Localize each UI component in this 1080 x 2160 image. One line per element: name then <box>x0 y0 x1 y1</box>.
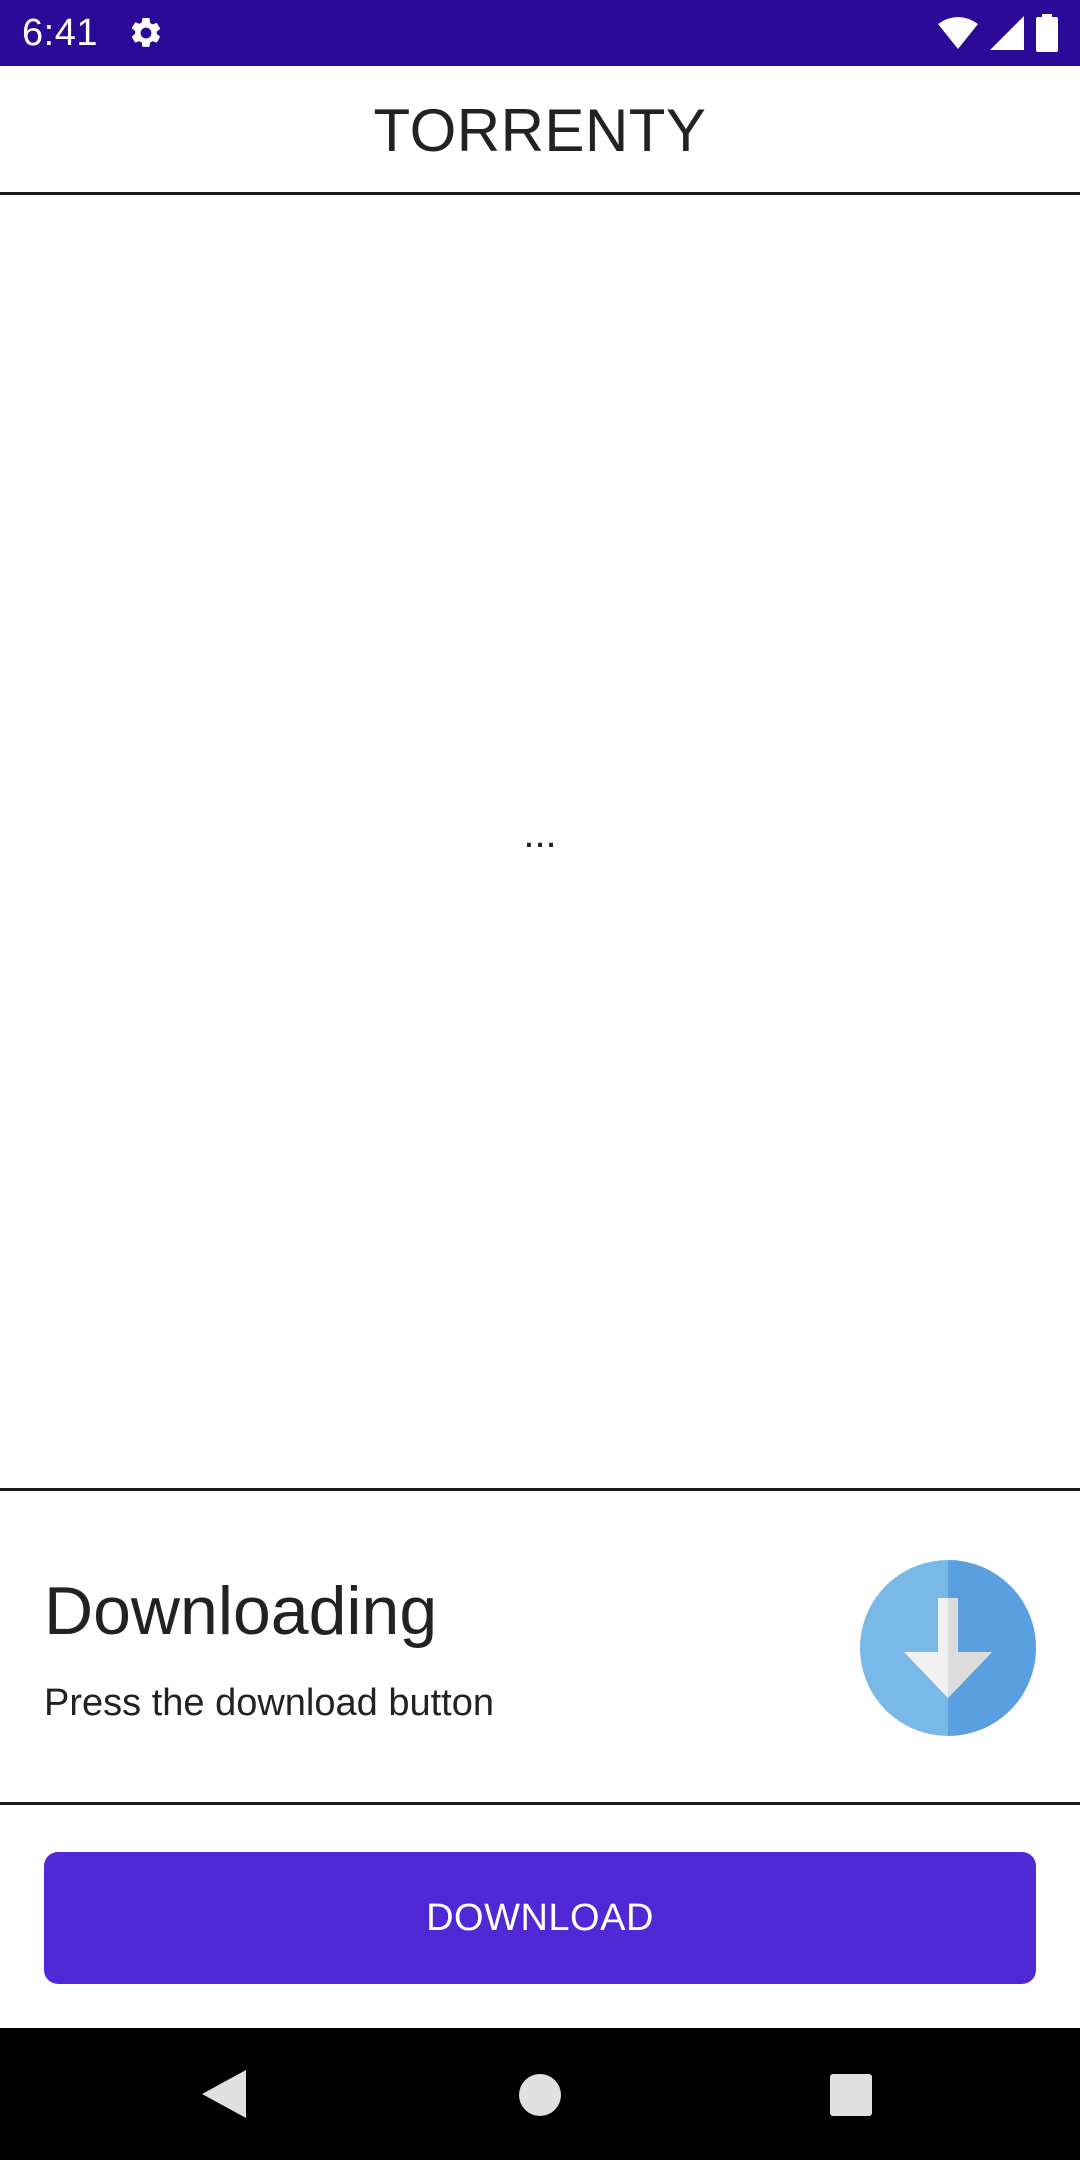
app-bar: TORRENTY <box>0 66 1080 194</box>
battery-icon <box>1036 14 1058 52</box>
back-icon[interactable] <box>202 2070 246 2118</box>
download-status-title: Downloading <box>44 1573 438 1649</box>
download-status-subtitle: Press the download button <box>44 1682 494 1724</box>
content-area: ... <box>0 196 1080 1488</box>
divider-bottom <box>0 1802 1080 1805</box>
navigation-bar <box>0 2028 1080 2160</box>
loading-placeholder: ... <box>523 812 557 856</box>
download-button[interactable]: DOWNLOAD <box>44 1852 1036 1984</box>
recents-icon[interactable] <box>830 2074 872 2116</box>
status-icons <box>938 14 1058 52</box>
download-status-card: Downloading Press the download button <box>0 1492 1080 1802</box>
wifi-icon <box>938 17 978 49</box>
status-time: 6:41 <box>22 11 98 54</box>
signal-icon <box>990 16 1024 50</box>
download-arrow-icon <box>860 1560 1036 1736</box>
home-icon[interactable] <box>519 2074 561 2116</box>
app-title: TORRENTY <box>373 96 707 164</box>
divider-top <box>0 192 1080 195</box>
status-bar: 6:41 <box>0 0 1080 66</box>
gear-icon <box>131 17 161 47</box>
app-screen: 6:41 TORRENTY ... Downloading Press the … <box>0 0 1080 2160</box>
divider-middle <box>0 1488 1080 1491</box>
